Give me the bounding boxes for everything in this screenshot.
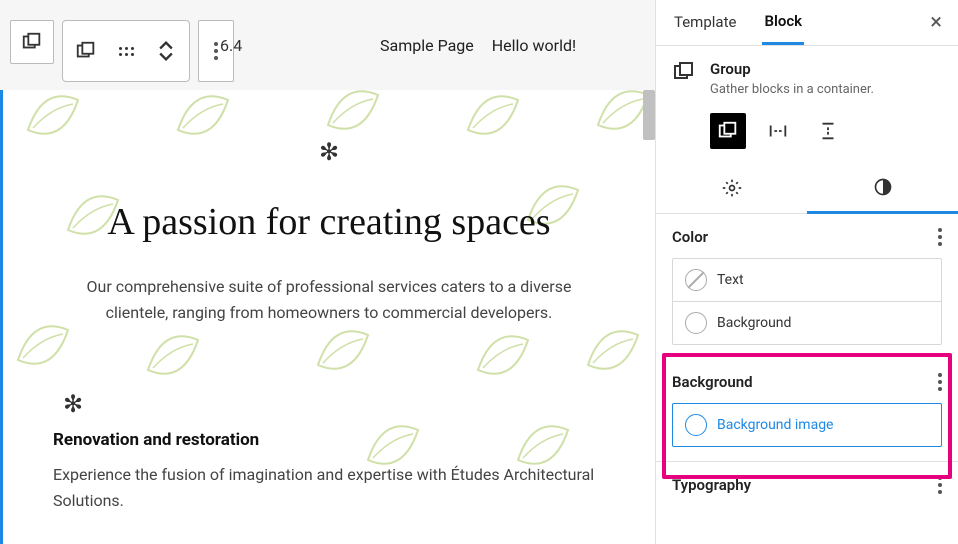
editor-topbar: 6.4 Sample Page Hello world! (0, 0, 656, 91)
editor-canvas[interactable]: ✻ A passion for creating spaces Our comp… (0, 90, 656, 544)
half-circle-icon (873, 177, 893, 197)
page-lead[interactable]: Our comprehensive suite of professional … (63, 274, 595, 325)
section-text[interactable]: Experience the fusion of imagination and… (53, 462, 605, 513)
nav-link-sample[interactable]: Sample Page (380, 36, 474, 55)
background-options-menu[interactable] (938, 373, 942, 391)
tab-styles[interactable] (807, 163, 958, 214)
background-panel-label: Background (672, 373, 753, 391)
move-arrows[interactable] (149, 28, 183, 74)
swatch-none-icon (685, 269, 707, 291)
scrollbar-thumb[interactable] (643, 90, 655, 140)
swatch-empty-icon (685, 312, 707, 334)
block-info: Group Gather blocks in a container. (656, 46, 958, 163)
block-type-button[interactable] (69, 28, 103, 74)
sidebar-tabs: Template Block × (656, 0, 958, 46)
chevron-up-icon (159, 40, 173, 50)
background-image-label: Background image (717, 417, 833, 433)
color-background-label: Background (717, 315, 791, 331)
content-section: Renovation and restoration Experience th… (53, 430, 605, 513)
hero-block: A passion for creating spaces Our compre… (3, 150, 655, 341)
settings-sidebar: Template Block × Group Gather blocks in … (655, 0, 958, 544)
color-panel: Color Text Background (656, 214, 958, 359)
group-variants (672, 113, 942, 149)
tab-block[interactable]: Block (762, 12, 804, 45)
color-text-label: Text (717, 272, 744, 288)
page-nav: Sample Page Hello world! (380, 36, 576, 55)
variant-row[interactable] (760, 113, 796, 149)
section-heading[interactable]: Renovation and restoration (53, 430, 605, 450)
block-description: Gather blocks in a container. (710, 82, 874, 97)
background-panel: Background Background image (656, 359, 958, 461)
asterisk-icon: ✻ (63, 390, 83, 418)
tab-settings[interactable] (656, 163, 807, 213)
variant-group[interactable] (710, 113, 746, 149)
block-toolbar (62, 20, 190, 82)
chevron-down-icon (159, 52, 173, 62)
tab-template[interactable]: Template (672, 13, 738, 43)
version-label: 6.4 (220, 36, 242, 55)
gear-icon (722, 178, 742, 198)
color-panel-label: Color (672, 228, 708, 246)
drag-handle[interactable] (109, 28, 143, 74)
block-name: Group (710, 60, 874, 78)
group-icon-button[interactable] (10, 20, 54, 64)
background-image-button[interactable]: Background image (672, 403, 942, 447)
page-heading[interactable]: A passion for creating spaces (63, 200, 595, 244)
color-background-option[interactable]: Background (673, 301, 941, 344)
settings-tabs (656, 163, 958, 214)
close-icon[interactable]: × (930, 10, 942, 45)
variant-stack[interactable] (810, 113, 846, 149)
swatch-empty-icon (685, 414, 707, 436)
group-icon (672, 60, 696, 84)
color-options-menu[interactable] (938, 228, 942, 246)
nav-link-hello[interactable]: Hello world! (492, 36, 576, 55)
color-text-option[interactable]: Text (673, 259, 941, 301)
